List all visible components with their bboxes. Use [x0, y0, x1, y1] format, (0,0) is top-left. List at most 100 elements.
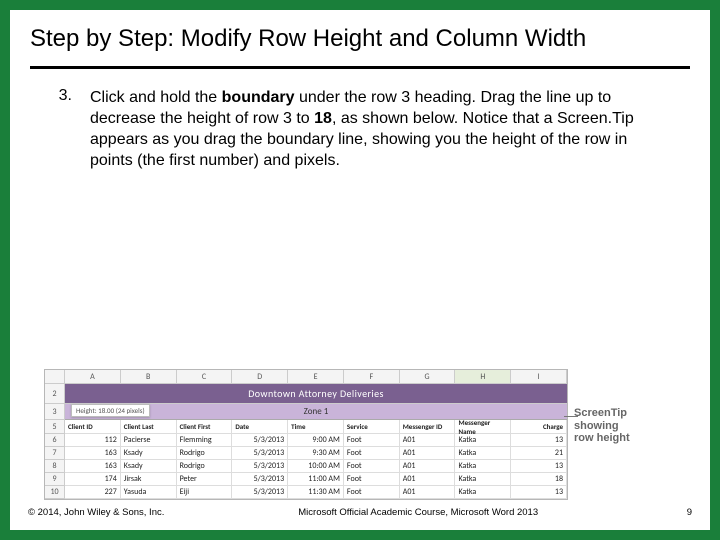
col-title: Messenger Name — [455, 420, 511, 434]
cell: 13 — [511, 434, 567, 447]
cell: Katka — [455, 434, 511, 447]
cell: A01 — [400, 473, 456, 486]
cell: Flemming — [177, 434, 233, 447]
cell: Katka — [455, 473, 511, 486]
cell: Ksady — [121, 460, 177, 473]
col-title: Messenger ID — [400, 420, 456, 434]
title-band: Downtown Attorney Deliveries — [65, 384, 567, 404]
cell: Rodrigo — [177, 447, 233, 460]
cell: 10:00 AM — [288, 460, 344, 473]
col-header: G — [400, 370, 456, 383]
cell: Foot — [344, 434, 400, 447]
step-text: Click and hold the boundary under the ro… — [90, 87, 666, 171]
col-title: Client ID — [65, 420, 121, 434]
cell: 11:00 AM — [288, 473, 344, 486]
cell: 9:00 AM — [288, 434, 344, 447]
step-number: 3. — [54, 87, 72, 171]
col-header: E — [288, 370, 344, 383]
cell: Foot — [344, 460, 400, 473]
cell: 5/3/2013 — [232, 460, 288, 473]
col-header: I — [511, 370, 567, 383]
slide-footer: © 2014, John Wiley & Sons, Inc. Microsof… — [10, 500, 710, 530]
col-header: D — [232, 370, 288, 383]
cell: Katka — [455, 486, 511, 499]
step-3: 3. Click and hold the boundary under the… — [54, 87, 666, 171]
cell: A01 — [400, 460, 456, 473]
col-header: F — [344, 370, 400, 383]
cell: 13 — [511, 460, 567, 473]
cell: 112 — [65, 434, 121, 447]
row-header: 3 — [45, 404, 65, 420]
zone-band-row: 3 Zone 1 Height: 18.00 (24 pixels) — [45, 404, 567, 420]
col-title: Charge — [511, 420, 567, 434]
row-header: 8 — [45, 460, 65, 473]
col-header: A — [65, 370, 121, 383]
cell: 227 — [65, 486, 121, 499]
col-title: Client First — [177, 420, 233, 434]
cell: A01 — [400, 434, 456, 447]
cell: Eiji — [177, 486, 233, 499]
cell: 5/3/2013 — [232, 447, 288, 460]
callout-leader-line — [564, 416, 578, 417]
cell: Peter — [177, 473, 233, 486]
callout-line2: showing — [574, 420, 666, 433]
row-header: 9 — [45, 473, 65, 486]
table-header-row: 5 Client ID Client Last Client First Dat… — [45, 420, 567, 434]
cell: 18 — [511, 473, 567, 486]
table-row: 7 163 Ksady Rodrigo 5/3/2013 9:30 AM Foo… — [45, 447, 567, 460]
slide-header: Step by Step: Modify Row Height and Colu… — [10, 10, 710, 60]
cell: 5/3/2013 — [232, 486, 288, 499]
col-header: B — [121, 370, 177, 383]
callout-screentip: ScreenTip showing row height — [574, 369, 666, 445]
cell: A01 — [400, 486, 456, 499]
cell: Rodrigo — [177, 460, 233, 473]
cell: Katka — [455, 460, 511, 473]
callout-line3: row height — [574, 432, 666, 445]
step-bold-boundary: boundary — [222, 89, 295, 106]
table-row: 8 163 Ksady Rodrigo 5/3/2013 10:00 AM Fo… — [45, 460, 567, 473]
callout-line1: ScreenTip — [574, 407, 666, 420]
step-bold-18: 18 — [314, 110, 332, 127]
cell: Foot — [344, 447, 400, 460]
cell: 5/3/2013 — [232, 434, 288, 447]
cell: Katka — [455, 447, 511, 460]
slide: Step by Step: Modify Row Height and Colu… — [0, 0, 720, 540]
step-text-frag: Click and hold the — [90, 89, 222, 106]
spreadsheet-figure: A B C D E F G H I 2 Downtown Attorney De… — [44, 369, 666, 500]
row-header: 10 — [45, 486, 65, 499]
cell: Foot — [344, 486, 400, 499]
title-band-row: 2 Downtown Attorney Deliveries — [45, 384, 567, 404]
slide-body: 3. Click and hold the boundary under the… — [10, 69, 710, 351]
col-title: Service — [344, 420, 400, 434]
slide-title: Step by Step: Modify Row Height and Colu… — [30, 24, 690, 54]
cell: 163 — [65, 460, 121, 473]
screentip: Height: 18.00 (24 pixels) — [71, 404, 150, 417]
col-title: Time — [288, 420, 344, 434]
col-header: C — [177, 370, 233, 383]
row-header: 7 — [45, 447, 65, 460]
spreadsheet: A B C D E F G H I 2 Downtown Attorney De… — [44, 369, 568, 500]
cell: 11:30 AM — [288, 486, 344, 499]
table-row: 10 227 Yasuda Eiji 5/3/2013 11:30 AM Foo… — [45, 486, 567, 499]
cell: 163 — [65, 447, 121, 460]
cell: Ksady — [121, 447, 177, 460]
row-header: 6 — [45, 434, 65, 447]
cell: Foot — [344, 473, 400, 486]
col-title: Client Last — [121, 420, 177, 434]
cell: 174 — [65, 473, 121, 486]
table-row: 6 112 Pacierse Flemming 5/3/2013 9:00 AM… — [45, 434, 567, 447]
footer-course-title: Microsoft Official Academic Course, Micr… — [164, 507, 672, 518]
select-all-corner — [45, 370, 65, 383]
cell: A01 — [400, 447, 456, 460]
cell: 13 — [511, 486, 567, 499]
column-header-row: A B C D E F G H I — [45, 370, 567, 384]
footer-page-number: 9 — [672, 507, 692, 518]
cell: 5/3/2013 — [232, 473, 288, 486]
col-title: Date — [232, 420, 288, 434]
cell: Jirsak — [121, 473, 177, 486]
cell: 9:30 AM — [288, 447, 344, 460]
footer-copyright: © 2014, John Wiley & Sons, Inc. — [28, 507, 164, 518]
cell: Pacierse — [121, 434, 177, 447]
row-header: 2 — [45, 384, 65, 404]
col-header-selected: H — [455, 370, 511, 383]
